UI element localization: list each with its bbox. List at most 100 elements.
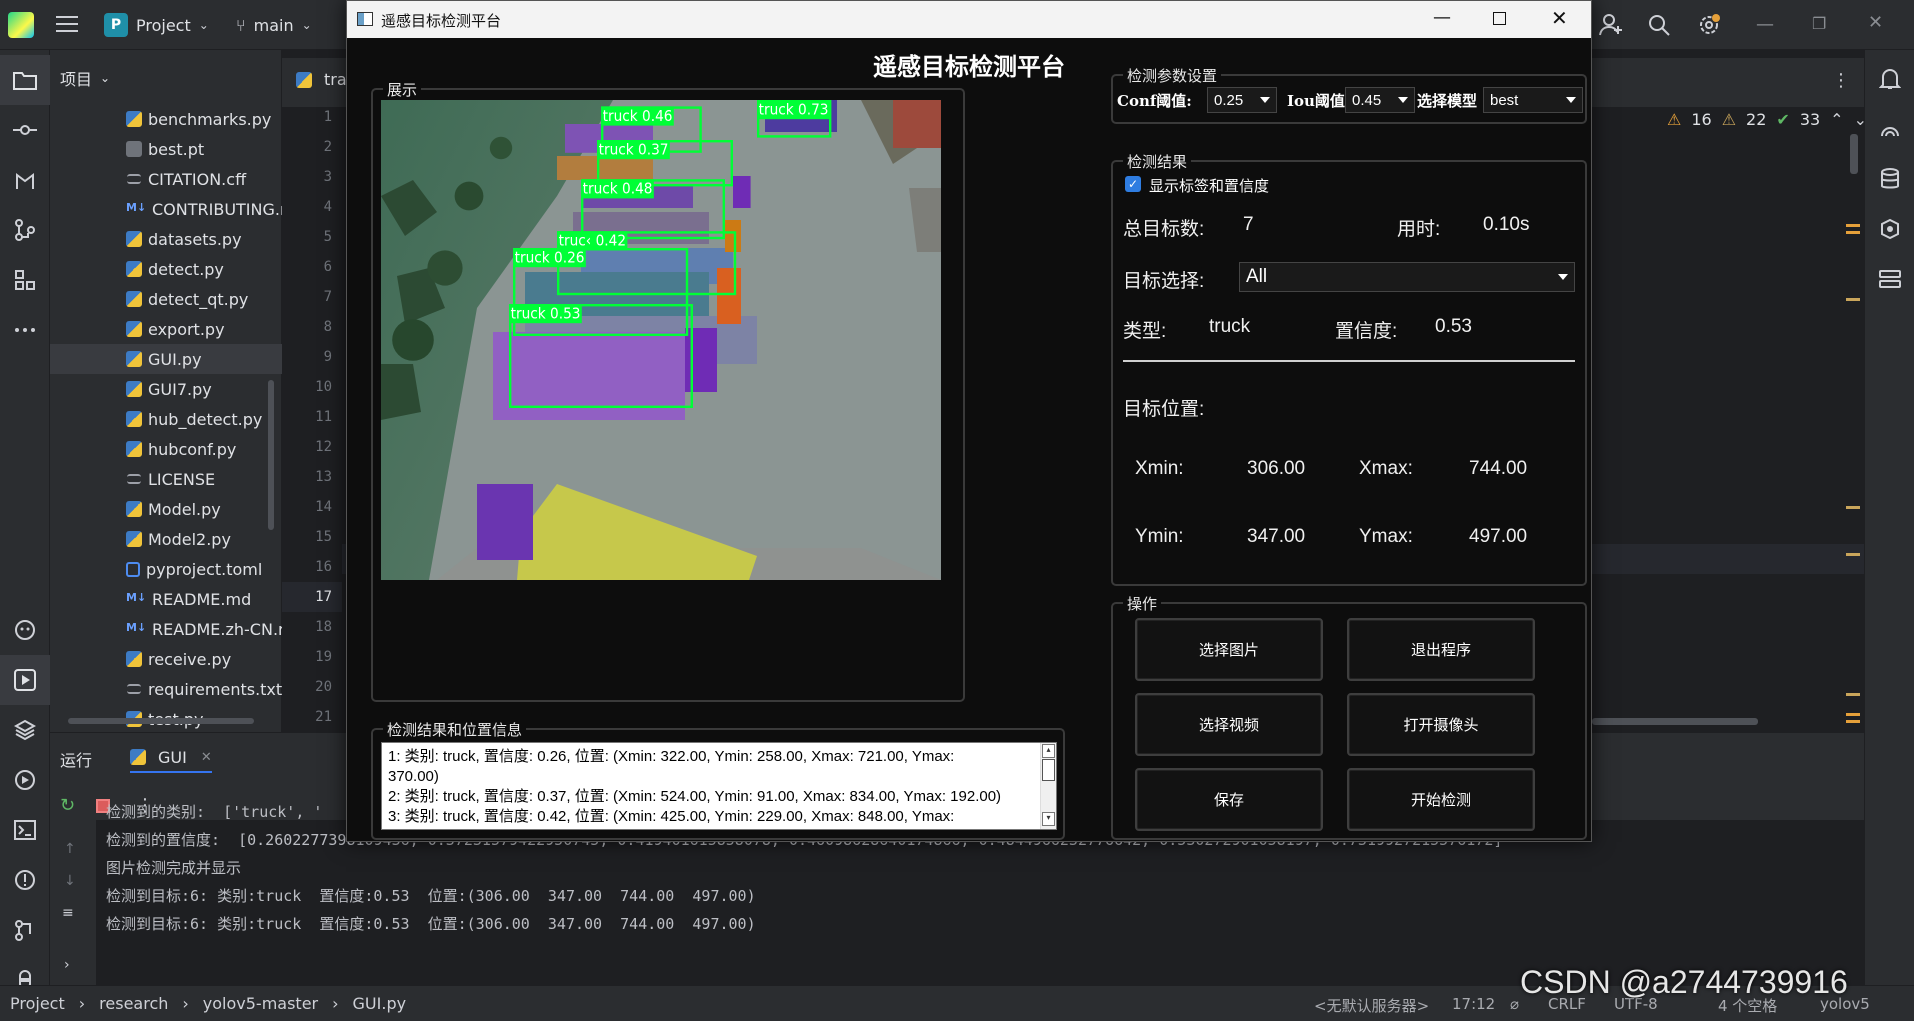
line-number: 12 [315, 439, 332, 455]
soft-wrap-icon[interactable]: ≡ [62, 905, 74, 921]
file-name: GUI.py [148, 349, 202, 369]
commit-tool-icon[interactable] [0, 105, 50, 155]
chevron-up-icon[interactable]: ⌃ [1830, 110, 1843, 129]
open-camera-button[interactable]: 打开摄像头 [1347, 693, 1535, 756]
breadcrumb-item[interactable]: Project [10, 994, 65, 1013]
python-console-icon[interactable] [0, 605, 50, 655]
project-panel-header[interactable]: 项目 ⌄ [60, 66, 110, 90]
model-select-combo[interactable]: best [1483, 87, 1583, 113]
file-tree-item[interactable]: Model.py [50, 494, 282, 524]
main-menu-icon[interactable] [56, 14, 78, 34]
iou-threshold-combo[interactable]: 0.45 [1345, 87, 1415, 113]
file-tree-item[interactable]: datasets.py [50, 224, 282, 254]
start-detection-button[interactable]: 开始检测 [1347, 768, 1535, 831]
status-caret-position[interactable]: 17:12 [1452, 995, 1495, 1013]
file-tree-item[interactable]: detect_qt.py [50, 284, 282, 314]
info-scrollbar[interactable]: ▴ ▾ [1040, 743, 1056, 829]
target-select-combo[interactable]: All [1239, 262, 1575, 292]
select-video-button[interactable]: 选择视频 [1135, 693, 1323, 756]
project-tool-icon[interactable] [0, 55, 50, 105]
file-tree-item[interactable]: CITATION.cff [50, 164, 282, 194]
scroll-down-arrow-icon[interactable]: ▾ [1042, 812, 1055, 826]
breadcrumb-item[interactable]: research [99, 994, 168, 1013]
file-tree-item[interactable]: hubconf.py [50, 434, 282, 464]
editor-h-scrollbar[interactable] [1592, 718, 1758, 725]
editor-tab[interactable]: tra [296, 70, 347, 89]
structure-tool-icon[interactable] [0, 255, 50, 305]
breadcrumb-item[interactable]: yolov5-master [203, 994, 318, 1013]
chevron-down-icon[interactable]: ⌄ [1854, 110, 1867, 129]
select-image-button[interactable]: 选择图片 [1135, 618, 1323, 681]
project-switcher[interactable]: P Project ⌄ [104, 12, 209, 38]
file-tree-item[interactable]: export.py [50, 314, 282, 344]
file-tree-item[interactable]: GUI.py [50, 344, 282, 374]
close-icon[interactable]: ✕ [1551, 6, 1568, 30]
layers-icon[interactable] [0, 705, 50, 755]
file-tree-item[interactable]: receive.py [50, 644, 282, 674]
branch-switcher[interactable]: ⑂ main ⌄ [236, 12, 312, 38]
editor-tab-label: tra [324, 70, 347, 89]
minimize-icon[interactable]: — [1433, 7, 1451, 28]
scroll-up-icon[interactable]: ↑ [64, 841, 76, 857]
save-button[interactable]: 保存 [1135, 768, 1323, 831]
ai-assistant-icon[interactable] [1865, 104, 1914, 154]
ide-minimize-icon[interactable]: — [1756, 14, 1774, 35]
scroll-up-arrow-icon[interactable]: ▴ [1042, 744, 1055, 758]
window-titlebar[interactable]: 遥感目标检测平台 — ✕ [347, 1, 1591, 38]
add-user-icon[interactable] [1598, 12, 1624, 38]
file-tree-item[interactable]: benchmarks.py [50, 104, 282, 134]
file-tree-item[interactable]: M↓ README.md [50, 584, 282, 614]
ide-close-icon[interactable]: ✕ [1868, 12, 1883, 33]
ide-restore-icon[interactable]: ❐ [1812, 14, 1826, 33]
py-file-icon [126, 651, 142, 667]
settings-gear-icon[interactable] [1696, 12, 1722, 38]
inspection-widget[interactable]: ⚠ 16 ⚠ 22 ✔ 33 ⌃ ⌄ [1667, 110, 1867, 129]
file-tree-item[interactable]: M↓ CONTRIBUTING.r [50, 194, 282, 224]
file-tree-item[interactable]: best.pt [50, 134, 282, 164]
file-tree-item[interactable]: Model2.py [50, 524, 282, 554]
exit-button[interactable]: 退出程序 [1347, 618, 1535, 681]
breadcrumb-item[interactable]: GUI.py [353, 994, 407, 1013]
vcs-branches-icon[interactable] [0, 205, 50, 255]
file-tree-item[interactable]: pyproject.toml [50, 554, 282, 584]
pull-requests-icon[interactable] [0, 155, 50, 205]
tree-scrollbar[interactable] [268, 380, 274, 530]
status-server[interactable]: <无默认服务器> [1314, 995, 1429, 1016]
scroll-thumb[interactable] [1042, 759, 1055, 781]
tree-h-scrollbar[interactable] [68, 718, 254, 724]
file-tree-item[interactable]: M↓ README.zh-CN.r [50, 614, 282, 644]
tab-more-icon[interactable]: ⋮ [1832, 70, 1850, 91]
file-tree-item[interactable]: detect.py [50, 254, 282, 284]
breadcrumb-separator-icon: › [332, 994, 339, 1013]
run-tool-icon[interactable] [0, 655, 50, 705]
close-tab-icon[interactable]: ✕ [201, 750, 212, 765]
conf-threshold-combo[interactable]: 0.25 [1207, 87, 1277, 113]
version-control-icon[interactable] [0, 905, 50, 955]
more-tools-icon[interactable] [0, 305, 50, 355]
info-textbox[interactable]: 1: 类别: truck, 置信度: 0.26, 位置: (Xmin: 322.… [381, 742, 1057, 830]
terminal-icon[interactable] [0, 805, 50, 855]
run-console[interactable]: 检测到的类别: ['truck', ' 检测到的置信度: [0.260227739… [96, 803, 1864, 985]
expand-icon[interactable]: › [64, 957, 70, 973]
services-icon[interactable] [0, 755, 50, 805]
database-icon[interactable] [1865, 154, 1914, 204]
status-padlock-icon[interactable]: ⌀ [1510, 995, 1519, 1013]
info-lines: 1: 类别: truck, 置信度: 0.26, 位置: (Xmin: 322.… [388, 747, 1038, 827]
search-icon[interactable] [1646, 12, 1672, 38]
editor-scrollbar[interactable] [1850, 134, 1858, 174]
scroll-down-icon[interactable]: ↓ [64, 873, 76, 889]
problems-icon[interactable] [0, 855, 50, 905]
run-tab-gui[interactable]: GUI ✕ [130, 743, 212, 773]
rerun-icon[interactable]: ↻ [60, 795, 75, 816]
file-tree-item[interactable]: GUI7.py [50, 374, 282, 404]
show-labels-checkbox[interactable]: ✓ [1125, 176, 1141, 192]
maximize-icon[interactable] [1493, 12, 1506, 25]
remote-hosts-icon[interactable] [1865, 254, 1914, 304]
file-tree-item[interactable]: LICENSE [50, 464, 282, 494]
file-tree-item[interactable]: requirements.txt [50, 674, 282, 704]
sciview-icon[interactable] [1865, 204, 1914, 254]
show-labels-checkbox-label[interactable]: 显示标签和置信度 [1149, 175, 1269, 196]
pycharm-logo-icon[interactable] [8, 12, 34, 38]
file-tree-item[interactable]: hub_detect.py [50, 404, 282, 434]
notifications-bell-icon[interactable] [1865, 54, 1914, 104]
